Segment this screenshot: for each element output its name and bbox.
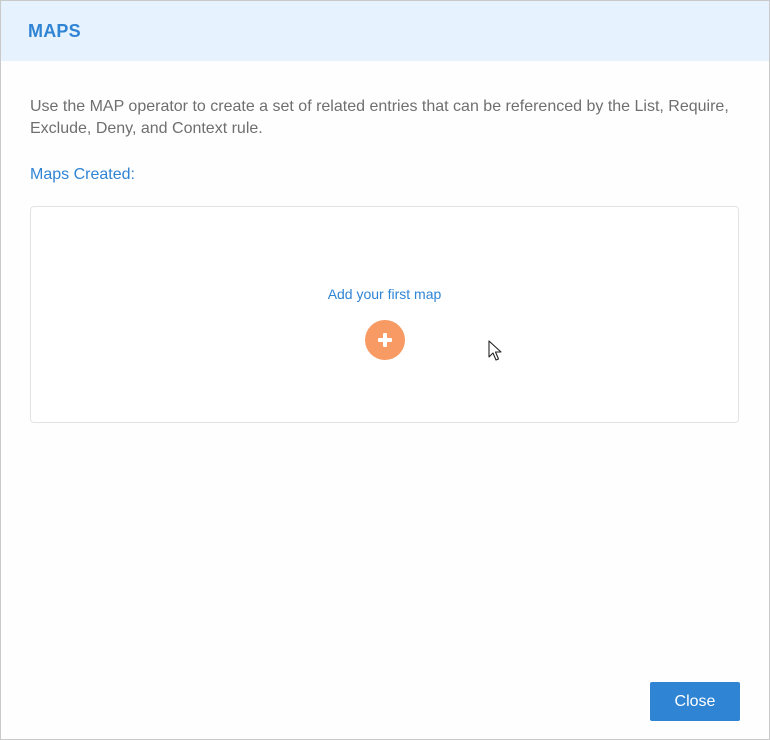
dialog-description: Use the MAP operator to create a set of … — [30, 98, 729, 137]
plus-icon — [378, 333, 392, 347]
maps-dialog: MAPS Use the MAP operator to create a se… — [0, 0, 770, 740]
add-map-button[interactable] — [365, 320, 405, 360]
dialog-title: MAPS — [28, 20, 81, 41]
dialog-content: Use the MAP operator to create a set of … — [1, 96, 769, 423]
close-button[interactable]: Close — [650, 682, 740, 721]
dialog-header: MAPS — [1, 1, 769, 61]
add-first-map-link[interactable]: Add your first map — [31, 286, 738, 302]
maps-list-empty-state: Add your first map — [30, 206, 739, 423]
maps-created-label: Maps Created: — [30, 166, 135, 183]
